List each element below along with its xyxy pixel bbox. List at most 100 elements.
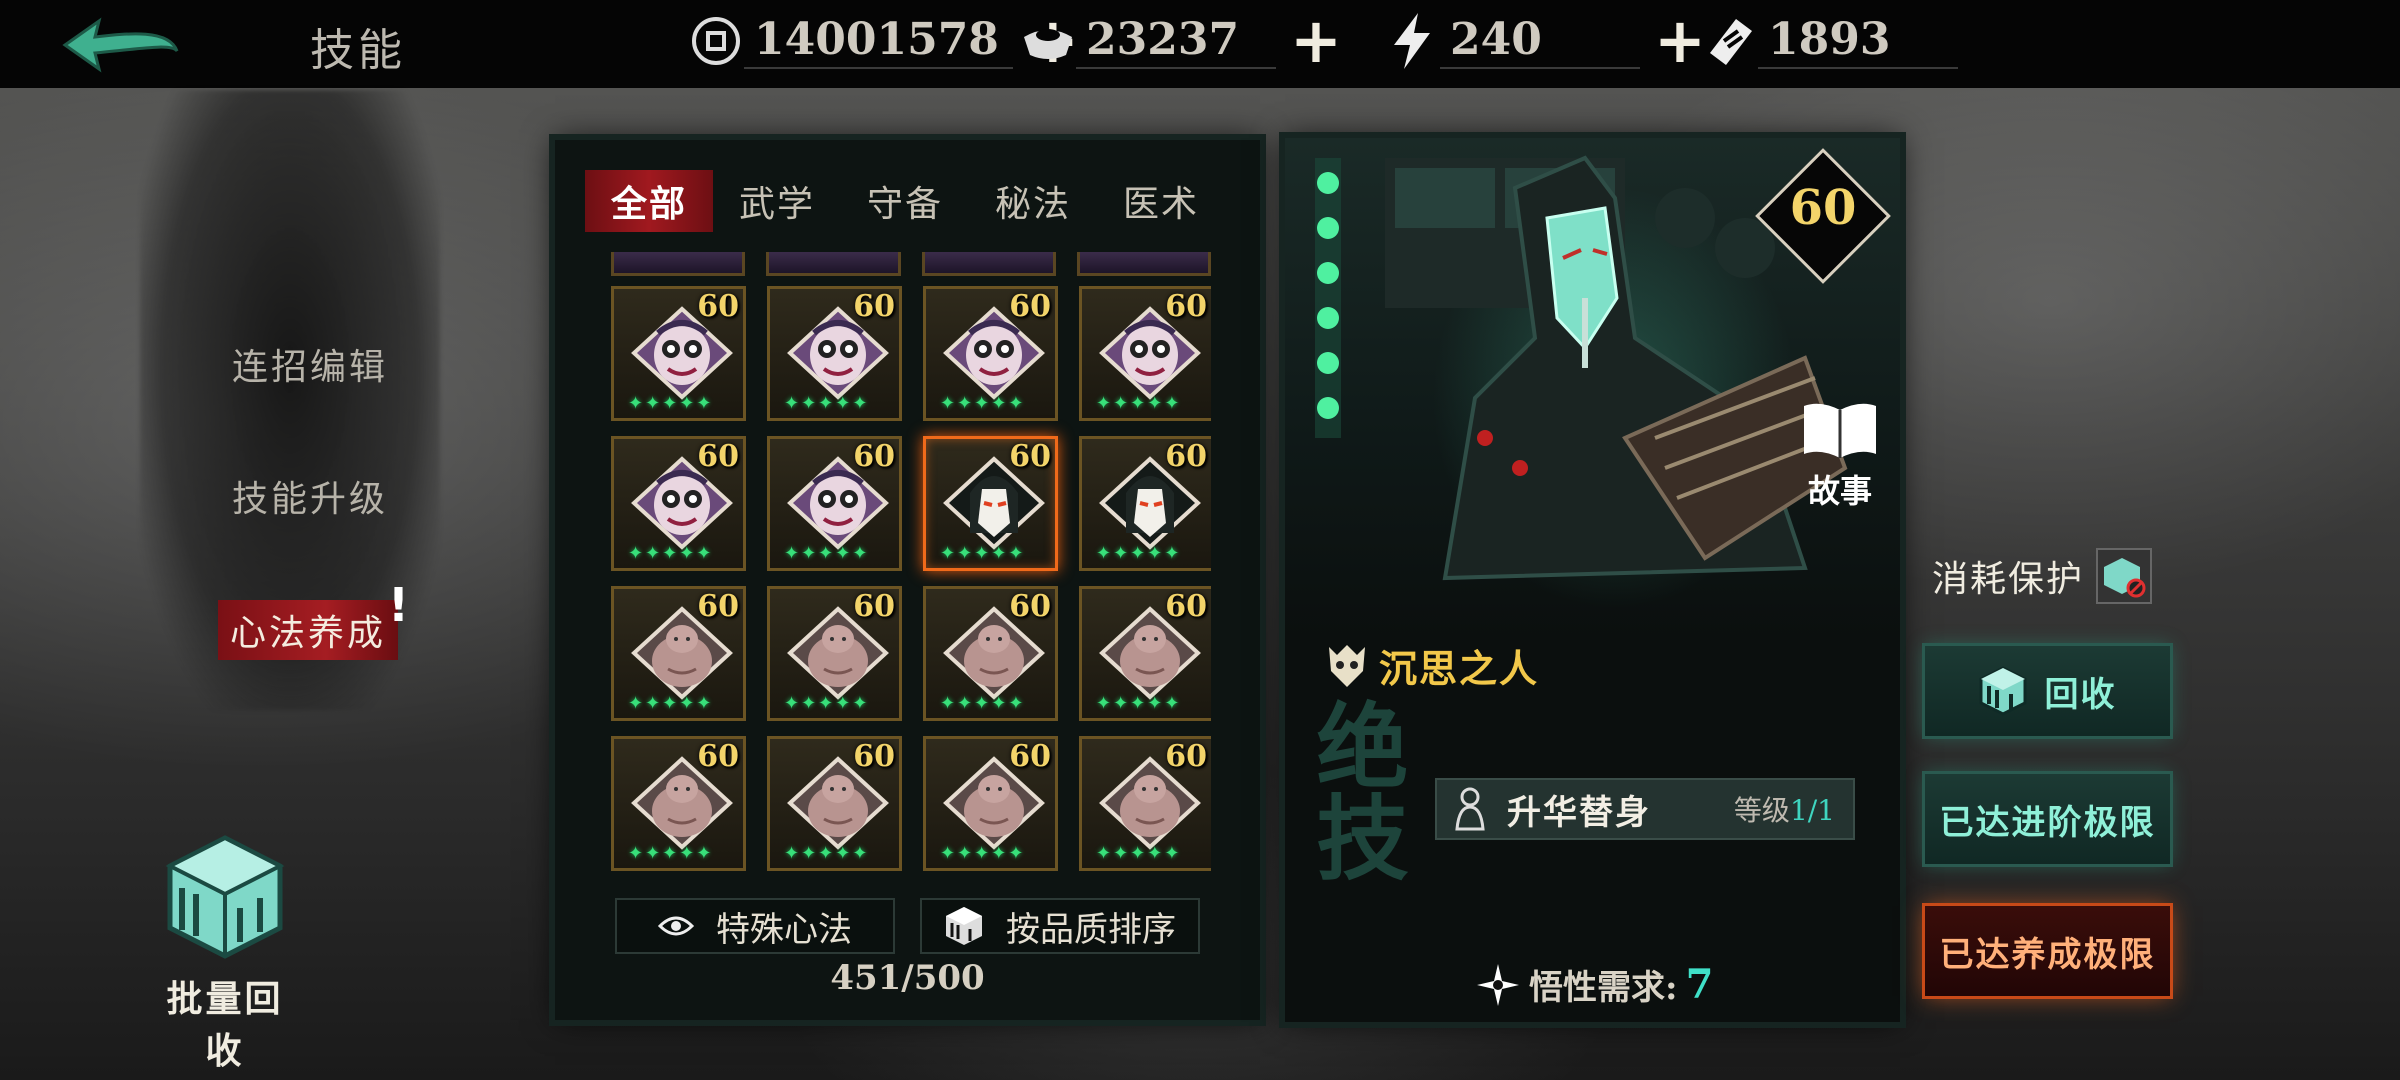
demon-mask-icon xyxy=(1329,644,1365,687)
protect-cube-icon xyxy=(2104,558,2146,598)
level-value: 60 xyxy=(1789,180,1857,236)
skill-level: 等级1/1 xyxy=(1733,794,1835,827)
eye-icon xyxy=(658,916,694,936)
inventory-count: 451/500 xyxy=(830,958,985,998)
detail-panel: 60 故事 沉思之人 绝技 升华替身 等级1/1 悟性需求: 7 xyxy=(1285,138,1900,1022)
coin-value: 14001578 xyxy=(744,14,1013,69)
recycle-label: 回收 xyxy=(2044,674,2117,715)
advance-limit-button[interactable]: 已达进阶极限 xyxy=(1925,774,2170,864)
star-row-icon: ✦✦✦✦✦ xyxy=(1096,393,1182,414)
tab-defense[interactable]: 守备 xyxy=(841,170,969,232)
star-row-icon: ✦✦✦✦✦ xyxy=(940,843,1026,864)
star-row-icon: ✦✦✦✦✦ xyxy=(628,843,714,864)
star-row-icon: ✦✦✦✦✦ xyxy=(628,693,714,714)
cell-level: 60 xyxy=(697,289,739,324)
sidebar-item-combo-edit[interactable]: 连招编辑 xyxy=(232,338,388,390)
cell-level: 60 xyxy=(853,439,895,474)
star-row-icon: ✦✦✦✦✦ xyxy=(784,393,870,414)
tab-secret[interactable]: 秘法 xyxy=(969,170,1097,232)
cell-level: 60 xyxy=(1009,439,1051,474)
requirement-value: 7 xyxy=(1685,961,1714,1008)
inventory-panel: 全部 武学 守备 秘法 医术 60 ✦✦✦✦✦ 60 ✦✦✦✦✦ 60 ✦✦✦✦✦ 60 ✦✦… xyxy=(555,140,1260,1020)
star-row-icon: ✦✦✦✦✦ xyxy=(1096,843,1182,864)
mind-cell[interactable]: 60 ✦✦✦✦✦ xyxy=(1079,286,1211,421)
cell-level: 60 xyxy=(1009,589,1051,624)
batch-recycle-label: 批量回收 xyxy=(166,978,284,1072)
consume-protect: 消耗保护 xyxy=(1932,548,2153,604)
star-row-icon: ✦✦✦✦✦ xyxy=(784,843,870,864)
category-tabs: 全部 武学 守备 秘法 医术 xyxy=(585,170,1225,232)
sidebar-item-mind-cultivation[interactable]: 心法养成 xyxy=(218,600,399,660)
skill-name: 升华替身 xyxy=(1507,792,1651,833)
mind-cell[interactable]: 60 ✦✦✦✦✦ xyxy=(767,286,902,421)
ticket-value: 1893 xyxy=(1758,14,1958,69)
mind-cell[interactable]: 60 ✦✦✦✦✦ xyxy=(1079,736,1211,871)
sidebar-item-skill-upgrade[interactable]: 技能升级 xyxy=(232,470,388,522)
mind-cell[interactable]: 60 ✦✦✦✦✦ xyxy=(767,736,902,871)
tab-martial[interactable]: 武学 xyxy=(713,170,841,232)
back-button[interactable] xyxy=(56,12,186,78)
mind-cell[interactable]: 60 ✦✦✦✦✦ xyxy=(923,736,1058,871)
ticket-icon xyxy=(1702,13,1758,69)
comprehension-requirement: 悟性需求: 7 xyxy=(1475,960,1713,1009)
recycle-button[interactable]: 回收 xyxy=(1925,646,2170,736)
mind-cell[interactable]: 60 ✦✦✦✦✦ xyxy=(1079,436,1211,571)
star-row-icon: ✦✦✦✦✦ xyxy=(940,393,1026,414)
sort-label: 按品质排序 xyxy=(1006,909,1176,950)
mind-cell[interactable]: 60 ✦✦✦✦✦ xyxy=(611,286,746,421)
ingot-value: 23237 xyxy=(1076,14,1276,69)
star-row-icon: ✦✦✦✦✦ xyxy=(628,393,714,414)
batch-recycle-button[interactable]: 批量回收 xyxy=(150,832,300,1074)
cell-level: 60 xyxy=(1165,589,1207,624)
tab-medicine[interactable]: 医术 xyxy=(1097,170,1225,232)
recycle-cube-icon xyxy=(1979,666,2026,716)
star-row-icon: ✦✦✦✦✦ xyxy=(1096,693,1182,714)
special-mind-label: 特殊心法 xyxy=(716,909,852,950)
tab-all[interactable]: 全部 xyxy=(585,170,713,232)
cell-level: 60 xyxy=(1165,439,1207,474)
add-ingot-button[interactable]: + xyxy=(1290,10,1342,72)
energy-value: 240 xyxy=(1440,14,1640,69)
book-icon xyxy=(1804,403,1876,458)
mind-cell[interactable]: 60 ✦✦✦✦✦ xyxy=(923,436,1058,571)
cell-level: 60 xyxy=(1165,739,1207,774)
star-row-icon: ✦✦✦✦✦ xyxy=(628,543,714,564)
mind-cell[interactable]: 60 ✦✦✦✦✦ xyxy=(1079,586,1211,721)
energy-counter: 240 + xyxy=(1384,10,1706,72)
requirement-label: 悟性需求: xyxy=(1529,968,1678,1008)
star-row-icon: ✦✦✦✦✦ xyxy=(1096,543,1182,564)
special-mind-button[interactable]: 特殊心法 xyxy=(615,898,895,954)
mind-cell[interactable]: 60 ✦✦✦✦✦ xyxy=(923,586,1058,721)
cell-level: 60 xyxy=(1165,289,1207,324)
mind-cell[interactable]: 60 ✦✦✦✦✦ xyxy=(611,586,746,721)
grid-partial-row xyxy=(611,252,1211,276)
cell-level: 60 xyxy=(697,439,739,474)
mind-cell[interactable]: 60 ✦✦✦✦✦ xyxy=(611,736,746,871)
ticket-counter: 1893 xyxy=(1702,10,1958,72)
cultivate-limit-button[interactable]: 已达养成极限 xyxy=(1925,906,2170,996)
star-column-icon xyxy=(1315,158,1341,438)
story-button[interactable]: 故事 xyxy=(1795,400,1885,512)
cube-sort-icon xyxy=(946,907,982,945)
mind-cell[interactable]: 60 ✦✦✦✦✦ xyxy=(767,436,902,571)
star-row-icon: ✦✦✦✦✦ xyxy=(784,543,870,564)
alert-badge: ! xyxy=(388,578,409,632)
mind-cell[interactable]: 60 ✦✦✦✦✦ xyxy=(923,286,1058,421)
mind-cell[interactable]: 60 ✦✦✦✦✦ xyxy=(611,436,746,571)
star-row-icon: ✦✦✦✦✦ xyxy=(784,693,870,714)
cell-level: 60 xyxy=(853,589,895,624)
ingot-counter: 23237 + xyxy=(1020,10,1342,72)
cube-icon xyxy=(165,835,285,959)
sort-by-quality-button[interactable]: 按品质排序 xyxy=(920,898,1200,954)
ingot-icon xyxy=(1020,13,1076,69)
cell-level: 60 xyxy=(853,739,895,774)
skill-row[interactable]: 升华替身 等级1/1 xyxy=(1435,778,1855,840)
protect-toggle[interactable] xyxy=(2096,548,2153,604)
mind-cell[interactable]: 60 ✦✦✦✦✦ xyxy=(767,586,902,721)
add-energy-button[interactable]: + xyxy=(1654,10,1706,72)
cell-level: 60 xyxy=(1009,739,1051,774)
cell-level: 60 xyxy=(1009,289,1051,324)
star-row-icon: ✦✦✦✦✦ xyxy=(940,693,1026,714)
figure-icon xyxy=(1455,787,1485,831)
coin-icon xyxy=(688,13,744,69)
